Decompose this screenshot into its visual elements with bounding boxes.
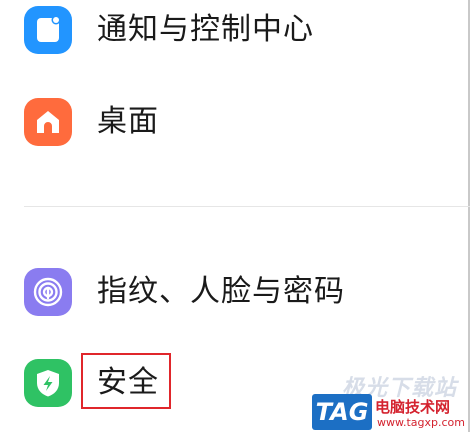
fingerprint-icon bbox=[24, 268, 72, 316]
settings-item-fingerprint-face-password[interactable]: 指纹、人脸与密码 bbox=[0, 252, 468, 332]
home-icon bbox=[24, 98, 72, 146]
settings-item-label: 通知与控制中心 bbox=[97, 12, 314, 47]
shield-icon bbox=[24, 359, 72, 407]
settings-item-desktop[interactable]: 桌面 bbox=[0, 82, 468, 162]
settings-item-label: 桌面 bbox=[97, 104, 159, 139]
notification-control-icon bbox=[24, 6, 72, 54]
watermark-url: www.tagxp.com bbox=[377, 416, 465, 429]
settings-item-label: 指纹、人脸与密码 bbox=[97, 274, 345, 309]
watermark-logo: TAG bbox=[312, 394, 372, 430]
watermark-site-name: 电脑技术网 bbox=[375, 398, 451, 416]
section-divider bbox=[24, 206, 470, 207]
settings-item-notifications[interactable]: 通知与控制中心 bbox=[0, 0, 468, 70]
annotation-highlight-box bbox=[81, 353, 171, 409]
